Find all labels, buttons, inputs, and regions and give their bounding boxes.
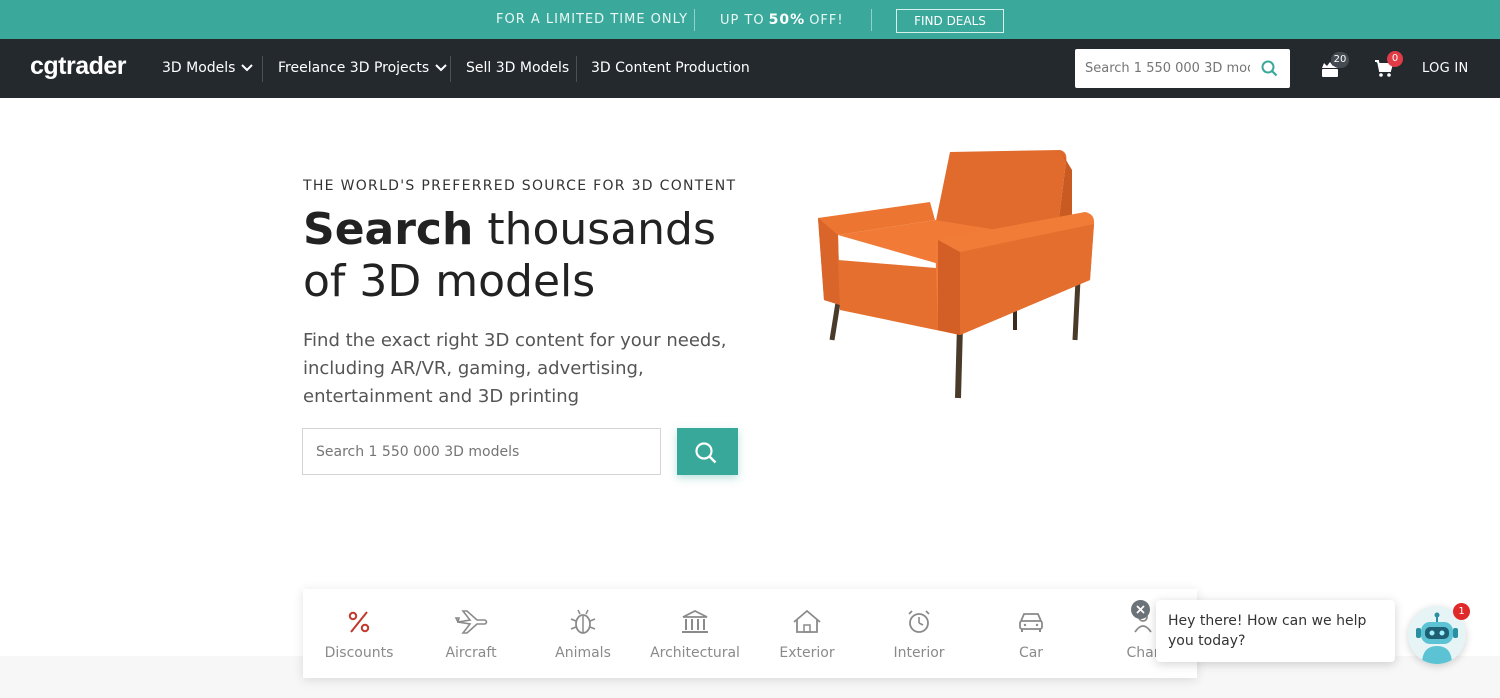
cart-badge: 0 [1387,51,1403,67]
category-exterior[interactable]: Exterior [751,589,863,678]
airplane-icon [454,610,488,634]
notifications-badge: 20 [1331,52,1349,68]
building-icon [682,609,708,633]
category-car[interactable]: Car [975,589,1087,678]
header-search-input[interactable] [1075,49,1250,88]
hero-kicker: THE WORLD'S PREFERRED SOURCE FOR 3D CONT… [303,178,737,194]
bug-icon [570,609,596,634]
hero-title: Search thousands of 3D models [303,204,716,307]
promo-discount-value: 50% [768,12,806,28]
find-deals-button[interactable]: FIND DEALS [896,9,1004,33]
category-architectural[interactable]: Architectural [639,589,751,678]
nav-item-freelance[interactable]: Freelance 3D Projects [278,60,447,76]
nav-item-sell[interactable]: Sell 3D Models [466,60,569,76]
chevron-down-icon [241,60,254,76]
chevron-down-icon [435,60,447,76]
promo-bar: FOR A LIMITED TIME ONLY UP TO 50% OFF! FIN… [0,0,1500,39]
chat-unread-badge: 1 [1453,603,1470,620]
search-icon[interactable] [1261,60,1278,81]
search-icon [695,442,717,464]
promo-divider [694,9,695,31]
car-icon [1019,613,1043,632]
promo-text-discount: UP TO 50% OFF! [720,12,844,28]
hero-description: Find the exact right 3D content for your… [303,330,727,407]
nav-item-content-production[interactable]: 3D Content Production [591,60,750,76]
nav-divider [576,56,577,82]
header-search [1075,49,1290,88]
nav-divider [450,56,451,82]
nav-divider [262,56,263,82]
main-nav: cgtrader 3D Models Freelance 3D Projects… [0,39,1500,98]
house-icon [793,609,821,633]
armchair-illustration [818,150,1095,399]
nav-item-3d-models[interactable]: 3D Models [162,60,254,76]
chat-greeting[interactable]: Hey there! How can we help you today? [1156,600,1395,662]
cgtrader-logo[interactable]: cgtrader [30,52,127,81]
clock-icon [908,610,930,633]
hero-search-input[interactable] [303,429,660,474]
hero-search [302,428,661,475]
category-bar: Discounts Aircraft Animals Architectural… [303,589,1197,678]
category-animals[interactable]: Animals [527,589,639,678]
login-link[interactable]: LOG IN [1422,61,1469,76]
category-discounts[interactable]: Discounts [303,589,415,678]
promo-divider [871,9,872,31]
category-aircraft[interactable]: Aircraft [415,589,527,678]
hero-search-button[interactable] [677,428,738,475]
close-icon[interactable] [1131,600,1150,619]
percent-icon [348,611,370,633]
promo-text-limited: FOR A LIMITED TIME ONLY [496,12,689,27]
category-interior[interactable]: Interior [863,589,975,678]
